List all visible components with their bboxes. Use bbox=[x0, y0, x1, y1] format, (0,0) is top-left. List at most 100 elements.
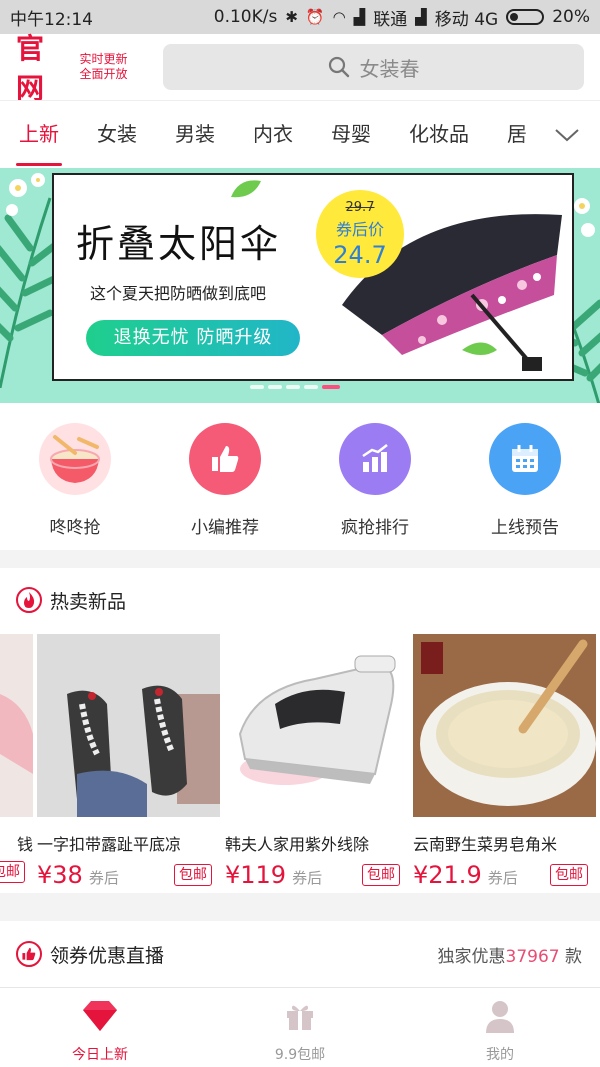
leaf-decoration bbox=[231, 180, 261, 198]
banner-title: 折叠太阳伞 bbox=[76, 222, 282, 266]
product-title: 钱 bbox=[16, 835, 33, 854]
section-title: 领券优惠直播 bbox=[50, 944, 165, 967]
product-image bbox=[37, 634, 220, 817]
bottom-navigation: 今日上新 9.9包邮 我的 bbox=[0, 987, 600, 1067]
exclusive-prefix: 独家优惠 bbox=[437, 946, 506, 967]
product-card[interactable]: 云南野生菜男皂角米 ¥21.9 券后 包邮 bbox=[413, 634, 596, 889]
tab-women[interactable]: 女装 bbox=[78, 101, 156, 168]
chevron-down-icon bbox=[555, 129, 579, 142]
carrier-mobile: 移动 4G bbox=[434, 9, 499, 30]
exclusive-number: 37967 bbox=[505, 946, 560, 967]
alarm-icon: ⏰ bbox=[305, 8, 325, 26]
price-badge: 29.7 券后价 24.7 bbox=[316, 190, 404, 278]
entry-dongdong-grab[interactable]: 咚咚抢 bbox=[0, 403, 150, 550]
original-price: 29.7 bbox=[345, 200, 375, 215]
section-title: 热卖新品 bbox=[50, 590, 127, 613]
product-card[interactable]: 钱 包邮 bbox=[0, 634, 33, 883]
tab-underwear[interactable]: 内衣 bbox=[234, 101, 312, 168]
tab-baby[interactable]: 母婴 bbox=[312, 101, 390, 168]
status-time: 中午12:14 bbox=[10, 9, 93, 30]
flame-icon bbox=[16, 587, 42, 613]
carousel-dot[interactable] bbox=[286, 385, 300, 389]
status-bar: 中午12:14 0.10K/s ✱ ⏰ ◠ ▟ 联通 ▟ 移动 4G 20% bbox=[0, 0, 600, 34]
coupon-label: 券后 bbox=[292, 869, 323, 887]
drum-icon bbox=[39, 423, 111, 495]
product-card[interactable]: 一字扣带露趾平底凉 ¥38 券后 包邮 bbox=[37, 634, 220, 889]
product-price: ¥38 bbox=[37, 861, 83, 889]
entry-upcoming[interactable]: 上线预告 bbox=[450, 403, 600, 550]
coupon-label: 券后 bbox=[88, 869, 119, 887]
banner-card: 折叠太阳伞 这个夏天把防晒做到底吧 退换无忧 防晒升级 29.7 券后价 24.… bbox=[52, 173, 574, 381]
battery-icon bbox=[506, 9, 545, 25]
battery-level: 20% bbox=[552, 7, 590, 27]
search-icon bbox=[329, 56, 350, 78]
thumbs-up-icon bbox=[189, 423, 261, 495]
nav-free-shipping[interactable]: 9.9包邮 bbox=[200, 988, 400, 1067]
nav-label: 今日上新 bbox=[72, 1047, 128, 1063]
tab-cosmetics[interactable]: 化妆品 bbox=[390, 101, 488, 168]
free-shipping-tag: 包邮 bbox=[174, 864, 212, 886]
entry-label: 小编推荐 bbox=[191, 518, 259, 538]
quick-entries: 咚咚抢 小编推荐 疯抢排行 上线预告 bbox=[0, 403, 600, 550]
tagline-line1: 实时更新 bbox=[79, 52, 128, 66]
banner-subtitle: 这个夏天把防晒做到底吧 bbox=[90, 284, 267, 303]
carousel-indicator bbox=[250, 385, 340, 389]
signal-icon: ▟ bbox=[353, 8, 366, 26]
gift-icon bbox=[200, 996, 400, 1036]
tagline: 实时更新 全面开放 bbox=[79, 52, 138, 82]
product-price: ¥119 bbox=[225, 861, 287, 889]
carousel-dot[interactable] bbox=[304, 385, 318, 389]
free-shipping-tag: 包邮 bbox=[362, 864, 400, 886]
tagline-line2: 全面开放 bbox=[79, 67, 128, 81]
free-shipping-tag: 包邮 bbox=[0, 861, 25, 883]
product-image bbox=[413, 634, 596, 817]
flower-decoration bbox=[6, 173, 45, 216]
product-image bbox=[0, 634, 33, 817]
product-price: ¥21.9 bbox=[413, 861, 482, 889]
entry-top-ranking[interactable]: 疯抢排行 bbox=[300, 403, 450, 550]
logo[interactable]: 官网 bbox=[16, 27, 73, 107]
thumbs-up-icon bbox=[16, 941, 42, 967]
search-input[interactable]: 女装春 bbox=[162, 44, 585, 90]
coupon-label: 券后 bbox=[487, 869, 518, 887]
net-speed: 0.10K/s bbox=[213, 7, 278, 27]
carousel-dot[interactable] bbox=[268, 385, 282, 389]
product-carousel[interactable]: 钱 包邮 一字扣带露趾平底凉 ¥38 bbox=[0, 634, 600, 894]
product-title: 韩夫人家用紫外线除 bbox=[225, 835, 370, 854]
product-image bbox=[225, 634, 408, 817]
tab-men[interactable]: 男装 bbox=[156, 101, 234, 168]
search-placeholder: 女装春 bbox=[359, 56, 420, 81]
tab-new[interactable]: 上新 bbox=[0, 101, 78, 168]
nav-label: 9.9包邮 bbox=[274, 1047, 326, 1063]
price-label: 券后价 bbox=[335, 220, 384, 239]
nav-label: 我的 bbox=[486, 1047, 514, 1063]
bluetooth-icon: ✱ bbox=[285, 8, 298, 26]
ranking-chart-icon bbox=[339, 423, 411, 495]
free-shipping-tag: 包邮 bbox=[550, 864, 588, 886]
category-tabs: 上新 女装 男装 内衣 母婴 化妆品 居 bbox=[0, 100, 600, 168]
section-header: 热卖新品 bbox=[0, 568, 600, 632]
app-header: 官网 实时更新 全面开放 女装春 bbox=[0, 32, 600, 105]
carousel-dot[interactable] bbox=[250, 385, 264, 389]
hot-products-section: 热卖新品 钱 包邮 bbox=[0, 568, 600, 893]
entry-label: 咚咚抢 bbox=[49, 518, 101, 538]
product-card[interactable]: 韩夫人家用紫外线除 ¥119 券后 包邮 bbox=[225, 634, 408, 889]
nav-mine[interactable]: 我的 bbox=[400, 988, 600, 1067]
carrier-unicom: 联通 bbox=[373, 9, 408, 30]
exclusive-suffix: 款 bbox=[565, 946, 582, 967]
banner-cta-button[interactable]: 退换无忧 防晒升级 bbox=[86, 320, 300, 356]
product-title: 一字扣带露趾平底凉 bbox=[37, 835, 182, 854]
product-title: 云南野生菜男皂角米 bbox=[413, 835, 558, 854]
promo-banner[interactable]: 折叠太阳伞 这个夏天把防晒做到底吧 退换无忧 防晒升级 29.7 券后价 24.… bbox=[0, 168, 600, 403]
exclusive-count[interactable]: 独家优惠37967 款 bbox=[438, 942, 600, 967]
entry-label: 疯抢排行 bbox=[341, 518, 409, 538]
calendar-icon bbox=[489, 423, 561, 495]
wifi-icon: ◠ bbox=[332, 8, 346, 26]
signal-icon: ▟ bbox=[415, 8, 427, 26]
entry-editor-picks[interactable]: 小编推荐 bbox=[150, 403, 300, 550]
coupon-price: 24.7 bbox=[333, 241, 387, 269]
carousel-dot-active[interactable] bbox=[322, 385, 340, 389]
tabs-expand-button[interactable] bbox=[534, 101, 600, 168]
nav-today-new[interactable]: 今日上新 bbox=[0, 988, 200, 1067]
diamond-icon bbox=[0, 996, 200, 1036]
